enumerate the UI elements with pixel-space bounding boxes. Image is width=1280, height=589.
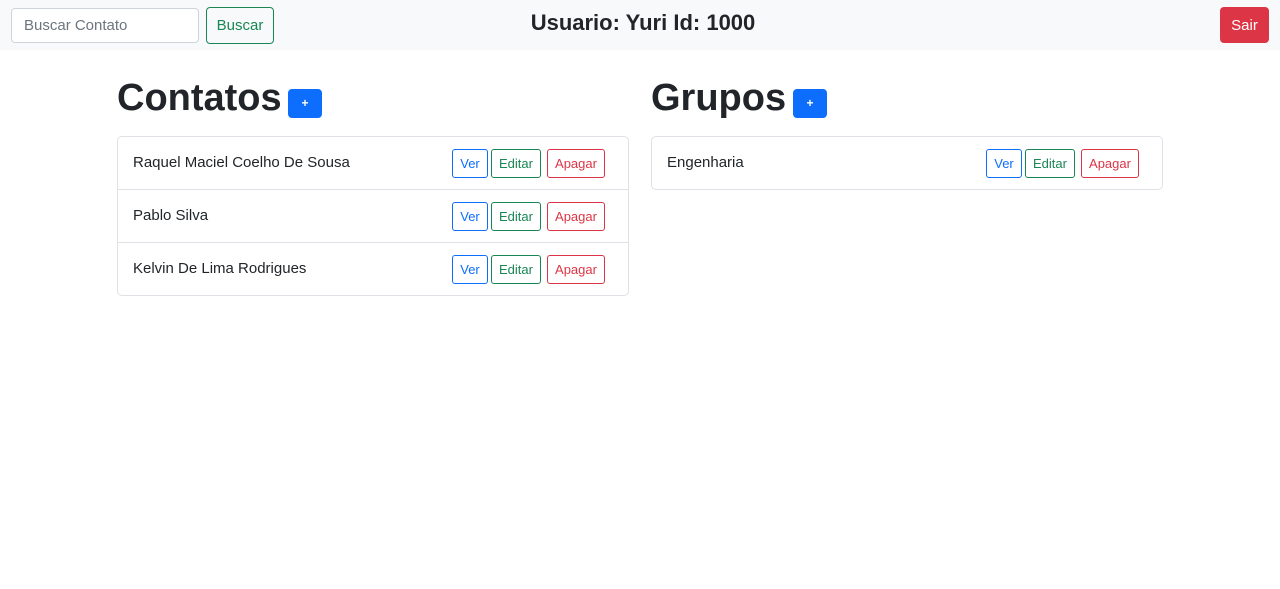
contacts-header: Contatos + (117, 76, 629, 136)
groups-header: Grupos + (651, 76, 1163, 136)
contact-name: Raquel Maciel Coelho De Sousa (133, 154, 350, 171)
groups-section: Grupos + Engenharia Ver Editar Apagar (651, 76, 1163, 190)
delete-group-button[interactable]: Apagar (1081, 149, 1139, 178)
add-contact-button[interactable]: + (288, 89, 322, 118)
contacts-title: Contatos (117, 77, 282, 119)
contact-name: Kelvin De Lima Rodrigues (133, 260, 307, 277)
add-group-button[interactable]: + (793, 89, 827, 118)
contacts-list: Raquel Maciel Coelho De Sousa Ver Editar… (117, 136, 629, 296)
top-navbar: Buscar Usuario: Yuri Id: 1000 Sair (0, 0, 1280, 50)
delete-contact-button[interactable]: Apagar (547, 202, 605, 231)
contacts-section: Contatos + Raquel Maciel Coelho De Sousa… (117, 76, 629, 296)
view-group-button[interactable]: Ver (986, 149, 1022, 178)
edit-contact-button[interactable]: Editar (491, 149, 541, 178)
edit-group-button[interactable]: Editar (1025, 149, 1075, 178)
contact-item: Raquel Maciel Coelho De Sousa Ver Editar… (118, 137, 628, 189)
contact-item: Pablo Silva Ver Editar Apagar (118, 189, 628, 242)
view-contact-button[interactable]: Ver (452, 149, 488, 178)
view-contact-button[interactable]: Ver (452, 202, 488, 231)
logout-button[interactable]: Sair (1220, 7, 1269, 43)
group-item: Engenharia Ver Editar Apagar (652, 137, 1162, 189)
edit-contact-button[interactable]: Editar (491, 255, 541, 284)
groups-list: Engenharia Ver Editar Apagar (651, 136, 1163, 190)
contact-item: Kelvin De Lima Rodrigues Ver Editar Apag… (118, 242, 628, 295)
group-name: Engenharia (667, 154, 744, 171)
delete-contact-button[interactable]: Apagar (547, 149, 605, 178)
groups-title: Grupos (651, 77, 787, 119)
delete-contact-button[interactable]: Apagar (547, 255, 605, 284)
contact-name: Pablo Silva (133, 207, 209, 224)
view-contact-button[interactable]: Ver (452, 255, 488, 284)
edit-contact-button[interactable]: Editar (491, 202, 541, 231)
user-info-title: Usuario: Yuri Id: 1000 (530, 10, 756, 35)
